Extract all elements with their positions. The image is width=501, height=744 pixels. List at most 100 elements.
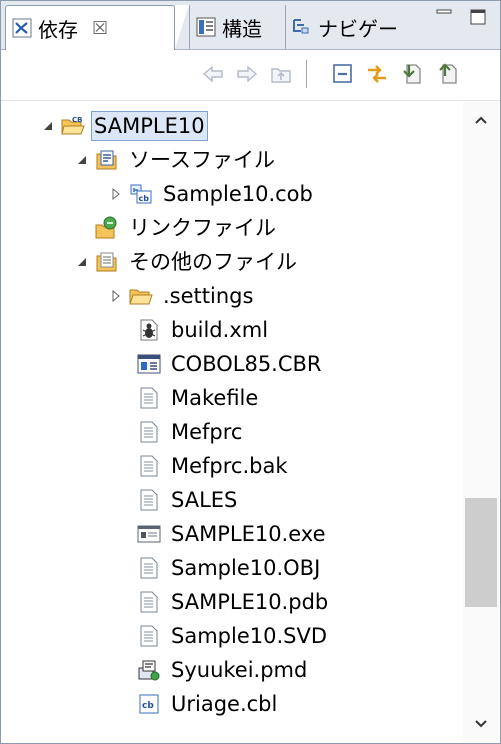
toolbar-separator: [306, 60, 307, 88]
vertical-scrollbar[interactable]: [463, 101, 499, 743]
collapse-all-icon: [333, 64, 352, 83]
dependency-tree: CB SAMPLE10 ソースファイル cb Sample10.cob リンクフ…: [1, 101, 461, 743]
other-folder-icon: [96, 252, 117, 272]
scroll-up-button[interactable]: [463, 105, 499, 135]
collapse-all-button[interactable]: [329, 60, 357, 88]
svg-text:cb: cb: [142, 701, 154, 711]
forward-icon: [237, 65, 258, 83]
collapsed-arrow-icon[interactable]: [109, 187, 123, 201]
remove-dependency-button[interactable]: [435, 60, 463, 88]
tree-item-label: SALES: [171, 488, 238, 512]
forward-button[interactable]: [233, 60, 261, 88]
cobol-project-icon: CB: [61, 116, 85, 135]
tree-item-file[interactable]: COBOL85.CBR: [137, 347, 324, 381]
tree-item-label: Mefprc.bak: [171, 454, 288, 478]
add-dependency-icon: [403, 64, 421, 84]
tree-item-label: .settings: [163, 284, 254, 308]
tab-dependency[interactable]: 依存 ☒: [5, 5, 175, 50]
ant-build-icon: [140, 319, 158, 341]
tab-dependency-label: 依存: [38, 17, 78, 42]
tree-item-file[interactable]: Syuukei.pmd: [137, 653, 309, 687]
view-toolbar: [1, 50, 500, 101]
tree-item-file[interactable]: SALES: [137, 483, 239, 517]
tree-item-label: その他のファイル: [129, 250, 297, 274]
tree-item-file[interactable]: SAMPLE10.pdb: [137, 585, 330, 619]
minimize-icon: [436, 9, 452, 14]
tree-item-label: SAMPLE10: [91, 111, 208, 141]
text-file-icon: [140, 557, 158, 579]
tree-item-link-folder[interactable]: リンクファイル: [95, 211, 278, 245]
tree-item-label: Sample10.SVD: [171, 624, 328, 648]
tree-item-label: SAMPLE10.exe: [171, 522, 326, 546]
tree-item-source-folder[interactable]: ソースファイル: [75, 143, 277, 177]
tab-structure[interactable]: 構造: [189, 5, 283, 49]
view-tab-bar: 依存 ☒ 構造 ナビゲー: [1, 1, 500, 50]
minimize-button[interactable]: [429, 7, 459, 37]
tree-item-label: Uriage.cbl: [171, 692, 278, 716]
tree-item-file[interactable]: SAMPLE10.exe: [137, 517, 328, 551]
expanded-arrow-icon[interactable]: [75, 255, 89, 269]
text-file-icon: [140, 591, 158, 613]
up-folder-button[interactable]: [267, 60, 295, 88]
text-file-icon: [140, 455, 158, 477]
tree-item-label: SAMPLE10.pdb: [171, 590, 329, 614]
tree-item-file[interactable]: cb Uriage.cbl: [137, 687, 279, 721]
tree-item-file[interactable]: Mefprc.bak: [137, 449, 290, 483]
link-files-icon: [95, 216, 117, 239]
scrollbar-thumb[interactable]: [465, 497, 497, 607]
tree-item-project[interactable]: CB SAMPLE10: [41, 109, 208, 143]
expanded-arrow-icon[interactable]: [41, 119, 55, 133]
tab-divider: [175, 5, 189, 49]
remove-dependency-icon: [439, 63, 457, 84]
chevron-down-icon: [475, 720, 487, 728]
add-dependency-button[interactable]: [399, 60, 427, 88]
tree-item-file[interactable]: build.xml: [137, 313, 270, 347]
dependency-icon: [12, 18, 32, 38]
source-folder-icon: [96, 150, 117, 170]
cobol-source-icon: cb: [139, 694, 159, 714]
back-button[interactable]: [199, 60, 227, 88]
tree-item-other-folder[interactable]: その他のファイル: [75, 245, 299, 279]
tree-item-file[interactable]: Sample10.OBJ: [137, 551, 322, 585]
tab-navigator[interactable]: ナビゲー: [285, 5, 413, 49]
tree-item-label: リンクファイル: [129, 216, 276, 240]
tree-item-label: ソースファイル: [129, 148, 275, 172]
text-file-icon: [140, 387, 158, 409]
tree-item-label: Sample10.cob: [163, 182, 313, 206]
tree-item-label: Mefprc: [171, 420, 243, 444]
collapsed-arrow-icon[interactable]: [109, 289, 123, 303]
svg-text:cb: cb: [139, 194, 150, 203]
up-folder-icon: [271, 68, 291, 83]
tree-item-file[interactable]: Makefile: [137, 381, 260, 415]
tree-item-settings-folder[interactable]: .settings: [109, 279, 255, 313]
tree-item-label: Makefile: [171, 386, 259, 410]
text-file-icon: [140, 489, 158, 511]
tab-navigator-label: ナビゲー: [318, 16, 398, 41]
scroll-down-button[interactable]: [463, 709, 499, 739]
tree-item-file[interactable]: Sample10.SVD: [137, 619, 329, 653]
text-file-icon: [140, 421, 158, 443]
tab-close-icon[interactable]: ☒: [92, 18, 108, 39]
navigator-icon: [293, 19, 309, 34]
tree-item-label: build.xml: [171, 318, 269, 342]
text-file-icon: [140, 625, 158, 647]
cobol-source-icon: cb: [130, 184, 152, 204]
tree-item-label: Sample10.OBJ: [171, 556, 321, 580]
tree-item-label: Syuukei.pmd: [171, 658, 308, 682]
link-editor-button[interactable]: [363, 60, 391, 88]
maximize-button[interactable]: [463, 7, 493, 37]
structure-icon: [196, 17, 216, 37]
tab-structure-label: 構造: [222, 16, 262, 41]
back-icon: [202, 65, 223, 83]
program-definition-icon: [138, 660, 160, 681]
folder-icon: [129, 289, 153, 305]
executable-icon: [137, 525, 161, 543]
tree-item-label: COBOL85.CBR: [171, 352, 322, 376]
tree-item-source-file[interactable]: cb Sample10.cob: [109, 177, 315, 211]
dependency-view: 依存 ☒ 構造 ナビゲー CB SAMPLE10 ソースファイル cb Samp…: [0, 0, 501, 744]
tree-item-file[interactable]: Mefprc: [137, 415, 244, 449]
chevron-up-icon: [475, 116, 487, 124]
expanded-arrow-icon[interactable]: [75, 153, 89, 167]
link-editor-icon: [368, 65, 386, 83]
svg-text:CB: CB: [72, 116, 82, 124]
